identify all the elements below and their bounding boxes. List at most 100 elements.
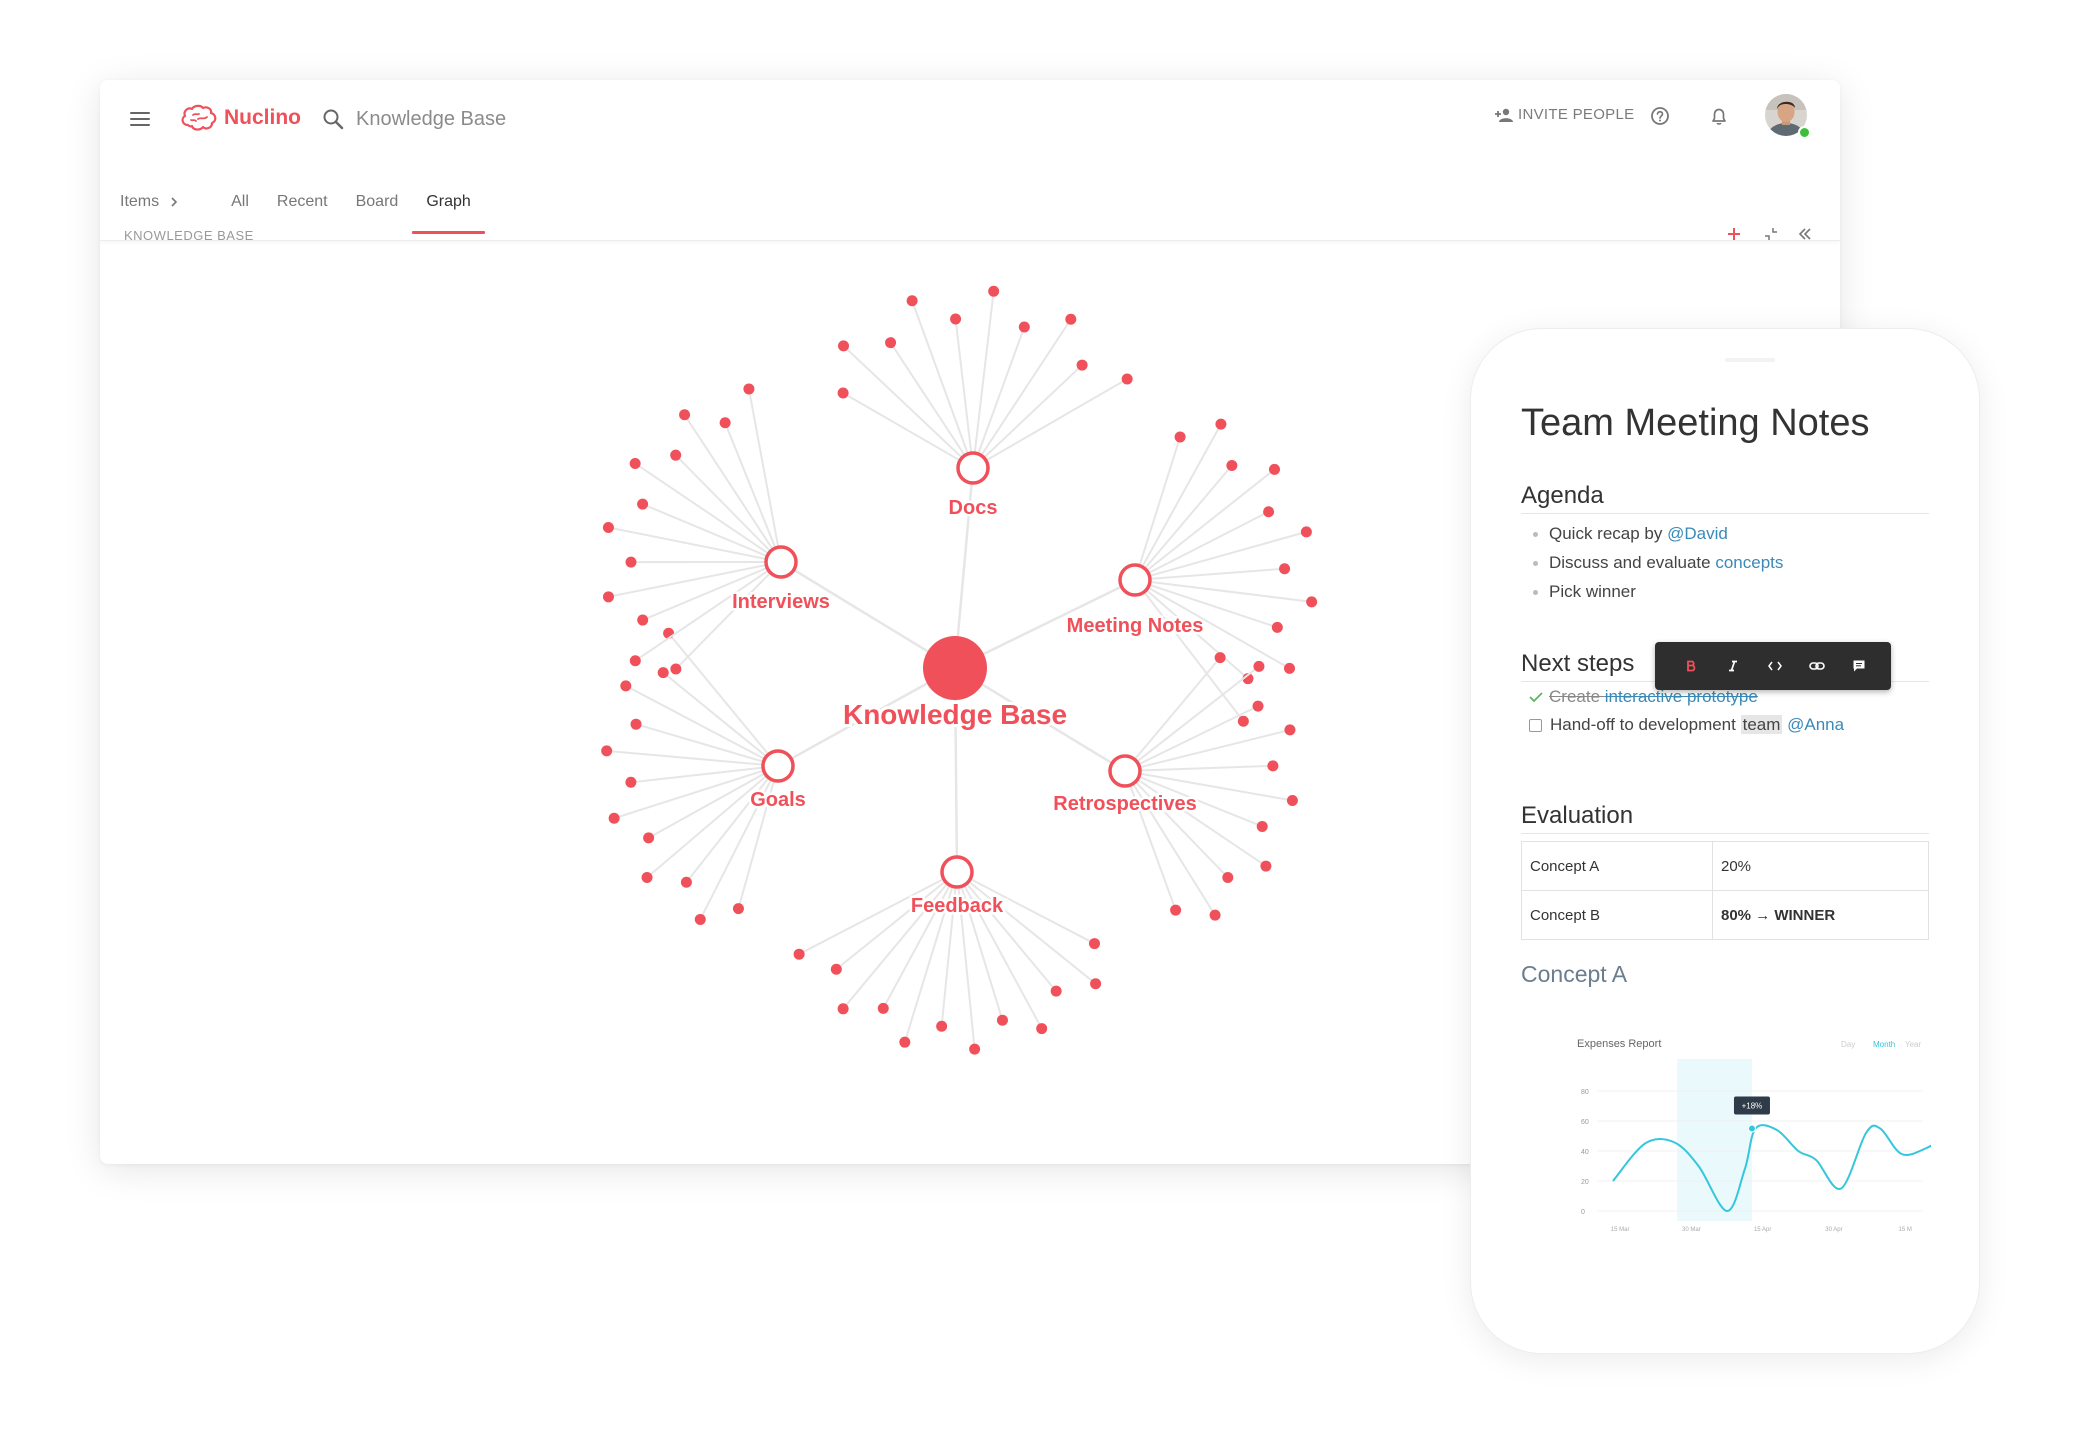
plus-icon[interactable] bbox=[1726, 226, 1742, 242]
leaf-node[interactable] bbox=[1036, 1023, 1048, 1035]
leaf-node[interactable] bbox=[602, 591, 614, 603]
leaf-node[interactable] bbox=[1222, 871, 1234, 883]
list-item[interactable]: Discuss and evaluate concepts bbox=[1521, 548, 1783, 577]
double-chevron-left-icon[interactable] bbox=[1798, 227, 1812, 241]
leaf-node[interactable] bbox=[1284, 724, 1296, 736]
tab-items[interactable]: Items bbox=[120, 170, 193, 234]
leaf-node[interactable] bbox=[629, 655, 641, 667]
cluster-label[interactable]: Docs bbox=[946, 495, 1000, 522]
cluster-node[interactable] bbox=[764, 545, 798, 579]
leaf-node[interactable] bbox=[608, 812, 620, 824]
leaf-node[interactable] bbox=[1284, 662, 1296, 674]
table-cell[interactable]: 80% → WINNER bbox=[1712, 890, 1929, 940]
task-open[interactable]: Hand-off to development team @Anna bbox=[1529, 715, 1844, 735]
leaf-node[interactable] bbox=[1300, 526, 1312, 538]
list-item[interactable]: Quick recap by @David bbox=[1521, 519, 1783, 548]
leaf-node[interactable] bbox=[625, 556, 637, 568]
cluster-node[interactable] bbox=[1118, 563, 1152, 597]
leaf-node[interactable] bbox=[1260, 860, 1272, 872]
selected-text[interactable]: team bbox=[1740, 715, 1783, 734]
leaf-node[interactable] bbox=[625, 776, 637, 788]
leaf-node[interactable] bbox=[670, 663, 682, 675]
range-option[interactable]: Month bbox=[1873, 1040, 1895, 1049]
leaf-node[interactable] bbox=[906, 295, 918, 307]
leaf-node[interactable] bbox=[630, 718, 642, 730]
leaf-node[interactable] bbox=[680, 876, 692, 888]
task-done[interactable]: Create interactive prototype bbox=[1529, 687, 1758, 707]
leaf-node[interactable] bbox=[837, 387, 849, 399]
leaf-node[interactable] bbox=[719, 417, 731, 429]
cluster-label[interactable]: Retrospectives bbox=[1051, 791, 1199, 818]
leaf-node[interactable] bbox=[1286, 795, 1298, 807]
tab-all[interactable]: All bbox=[217, 170, 263, 234]
tab-graph[interactable]: Graph bbox=[412, 170, 486, 234]
comment-icon[interactable] bbox=[1847, 654, 1871, 678]
mention-link[interactable]: @David bbox=[1667, 524, 1728, 543]
center-node[interactable] bbox=[923, 636, 987, 700]
leaf-node[interactable] bbox=[936, 1020, 948, 1032]
cluster-node[interactable] bbox=[761, 749, 795, 783]
leaf-node[interactable] bbox=[694, 913, 706, 925]
leaf-node[interactable] bbox=[679, 409, 691, 421]
leaf-node[interactable] bbox=[1215, 418, 1227, 430]
leaf-node[interactable] bbox=[1267, 760, 1279, 772]
leaf-node[interactable] bbox=[877, 1002, 889, 1014]
leaf-node[interactable] bbox=[657, 667, 669, 679]
document-title[interactable]: Team Meeting Notes bbox=[1521, 399, 1929, 447]
leaf-node[interactable] bbox=[1076, 359, 1088, 371]
leaf-node[interactable] bbox=[899, 1036, 911, 1048]
leaf-node[interactable] bbox=[838, 340, 850, 352]
menu-icon[interactable] bbox=[130, 108, 150, 128]
collapse-icon[interactable] bbox=[1764, 227, 1778, 241]
leaf-node[interactable] bbox=[1174, 431, 1186, 443]
range-option[interactable]: Year bbox=[1905, 1040, 1922, 1049]
cluster-node[interactable] bbox=[1108, 754, 1142, 788]
italic-icon[interactable] bbox=[1721, 654, 1745, 678]
leaf-node[interactable] bbox=[1256, 820, 1268, 832]
cluster-label[interactable]: Goals bbox=[748, 787, 809, 814]
cluster-label[interactable]: Interviews bbox=[730, 589, 833, 616]
cluster-node[interactable] bbox=[956, 451, 990, 485]
leaf-node[interactable] bbox=[1263, 506, 1275, 518]
leaf-node[interactable] bbox=[743, 383, 755, 395]
leaf-node[interactable] bbox=[602, 521, 614, 533]
center-label[interactable]: Knowledge Base bbox=[840, 696, 1070, 733]
leaf-node[interactable] bbox=[1121, 373, 1133, 385]
data-point[interactable] bbox=[1747, 1124, 1756, 1133]
leaf-node[interactable] bbox=[885, 337, 897, 349]
bold-icon[interactable] bbox=[1679, 654, 1703, 678]
cluster-node[interactable] bbox=[940, 855, 974, 889]
leaf-node[interactable] bbox=[1237, 715, 1249, 727]
leaf-node[interactable] bbox=[1271, 621, 1283, 633]
evaluation-heading[interactable]: Evaluation bbox=[1521, 801, 1929, 834]
leaf-node[interactable] bbox=[1253, 660, 1265, 672]
mention-link[interactable]: @Anna bbox=[1782, 715, 1844, 734]
leaf-node[interactable] bbox=[637, 614, 649, 626]
table-cell[interactable]: 20% bbox=[1712, 841, 1929, 891]
leaf-node[interactable] bbox=[793, 948, 805, 960]
table-cell[interactable]: Concept A bbox=[1521, 841, 1713, 891]
leaf-node[interactable] bbox=[641, 871, 653, 883]
leaf-node[interactable] bbox=[1306, 596, 1318, 608]
leaf-node[interactable] bbox=[1209, 909, 1221, 921]
leaf-node[interactable] bbox=[969, 1043, 981, 1055]
cluster-label[interactable]: Feedback bbox=[908, 893, 1006, 920]
leaf-node[interactable] bbox=[1279, 563, 1291, 575]
leaf-node[interactable] bbox=[1018, 321, 1030, 333]
leaf-node[interactable] bbox=[988, 285, 1000, 297]
leaf-node[interactable] bbox=[732, 903, 744, 915]
task-checkbox[interactable] bbox=[1529, 718, 1542, 732]
concept-heading[interactable]: Concept A bbox=[1521, 961, 1627, 988]
leaf-node[interactable] bbox=[620, 680, 632, 692]
checkmark-icon[interactable] bbox=[1529, 691, 1543, 703]
concepts-link[interactable]: concepts bbox=[1715, 553, 1783, 572]
leaf-node[interactable] bbox=[629, 457, 641, 469]
tab-board[interactable]: Board bbox=[342, 170, 413, 234]
leaf-node[interactable] bbox=[1226, 459, 1238, 471]
leaf-node[interactable] bbox=[837, 1003, 849, 1015]
cluster-label[interactable]: Meeting Notes bbox=[1064, 613, 1206, 640]
leaf-node[interactable] bbox=[830, 963, 842, 975]
leaf-node[interactable] bbox=[1088, 938, 1100, 950]
range-option[interactable]: Day bbox=[1841, 1040, 1855, 1049]
help-icon[interactable] bbox=[1650, 106, 1670, 126]
